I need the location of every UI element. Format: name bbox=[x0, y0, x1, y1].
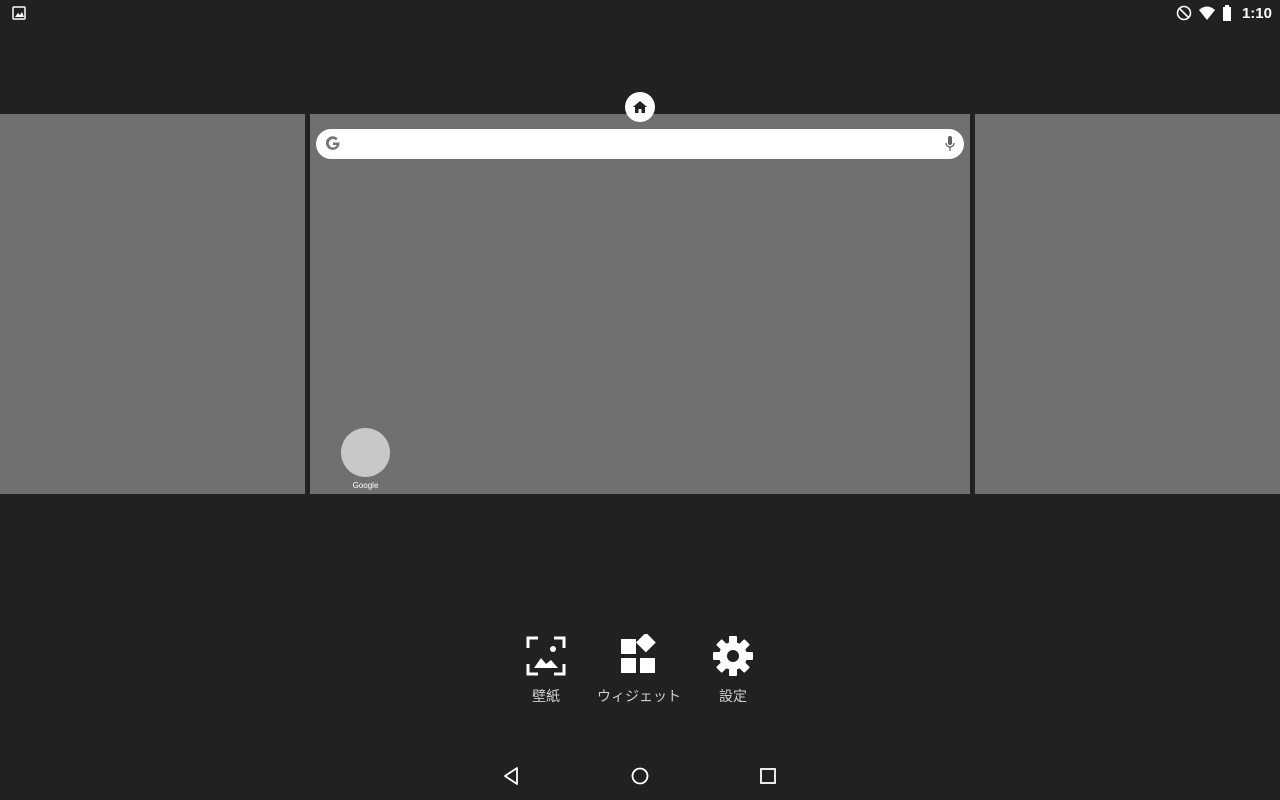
do-not-disturb-icon bbox=[1176, 5, 1192, 21]
settings-label: 設定 bbox=[719, 689, 747, 705]
app-label-google: Google bbox=[352, 481, 379, 490]
google-search-bar[interactable] bbox=[316, 129, 964, 159]
workspace-page-right[interactable] bbox=[975, 114, 1280, 494]
image-notification-icon bbox=[12, 6, 26, 20]
wallpaper-label: 壁紙 bbox=[532, 689, 560, 705]
mic-icon[interactable] bbox=[944, 136, 956, 152]
google-app-icon[interactable] bbox=[341, 428, 390, 477]
navigation-bar bbox=[0, 752, 1280, 800]
wallpaper-icon bbox=[526, 636, 566, 676]
workspace-page-left[interactable] bbox=[0, 114, 305, 494]
overview-options: 壁紙 ウィジェット 設定 bbox=[500, 634, 780, 706]
status-icons: 1:10 bbox=[1176, 4, 1272, 22]
recents-square-icon[interactable] bbox=[758, 766, 778, 786]
home-circle-icon[interactable] bbox=[630, 766, 650, 786]
widgets-icon bbox=[621, 634, 656, 673]
status-time: 1:10 bbox=[1241, 4, 1272, 22]
google-g-icon bbox=[325, 136, 340, 150]
wifi-icon bbox=[1198, 6, 1215, 20]
back-triangle-icon[interactable] bbox=[502, 766, 522, 786]
status-bar: 1:10 bbox=[0, 0, 1280, 26]
settings-gear-icon bbox=[713, 636, 753, 676]
battery-icon bbox=[1222, 5, 1231, 21]
widgets-label: ウィジェット bbox=[597, 689, 681, 705]
wallpaper-button[interactable]: 壁紙 bbox=[501, 634, 591, 706]
widgets-button[interactable]: ウィジェット bbox=[594, 634, 684, 706]
home-page-indicator[interactable] bbox=[625, 92, 655, 122]
settings-button[interactable]: 設定 bbox=[688, 634, 778, 706]
home-icon bbox=[633, 101, 647, 113]
workspace-page-center[interactable]: Google bbox=[310, 114, 970, 494]
